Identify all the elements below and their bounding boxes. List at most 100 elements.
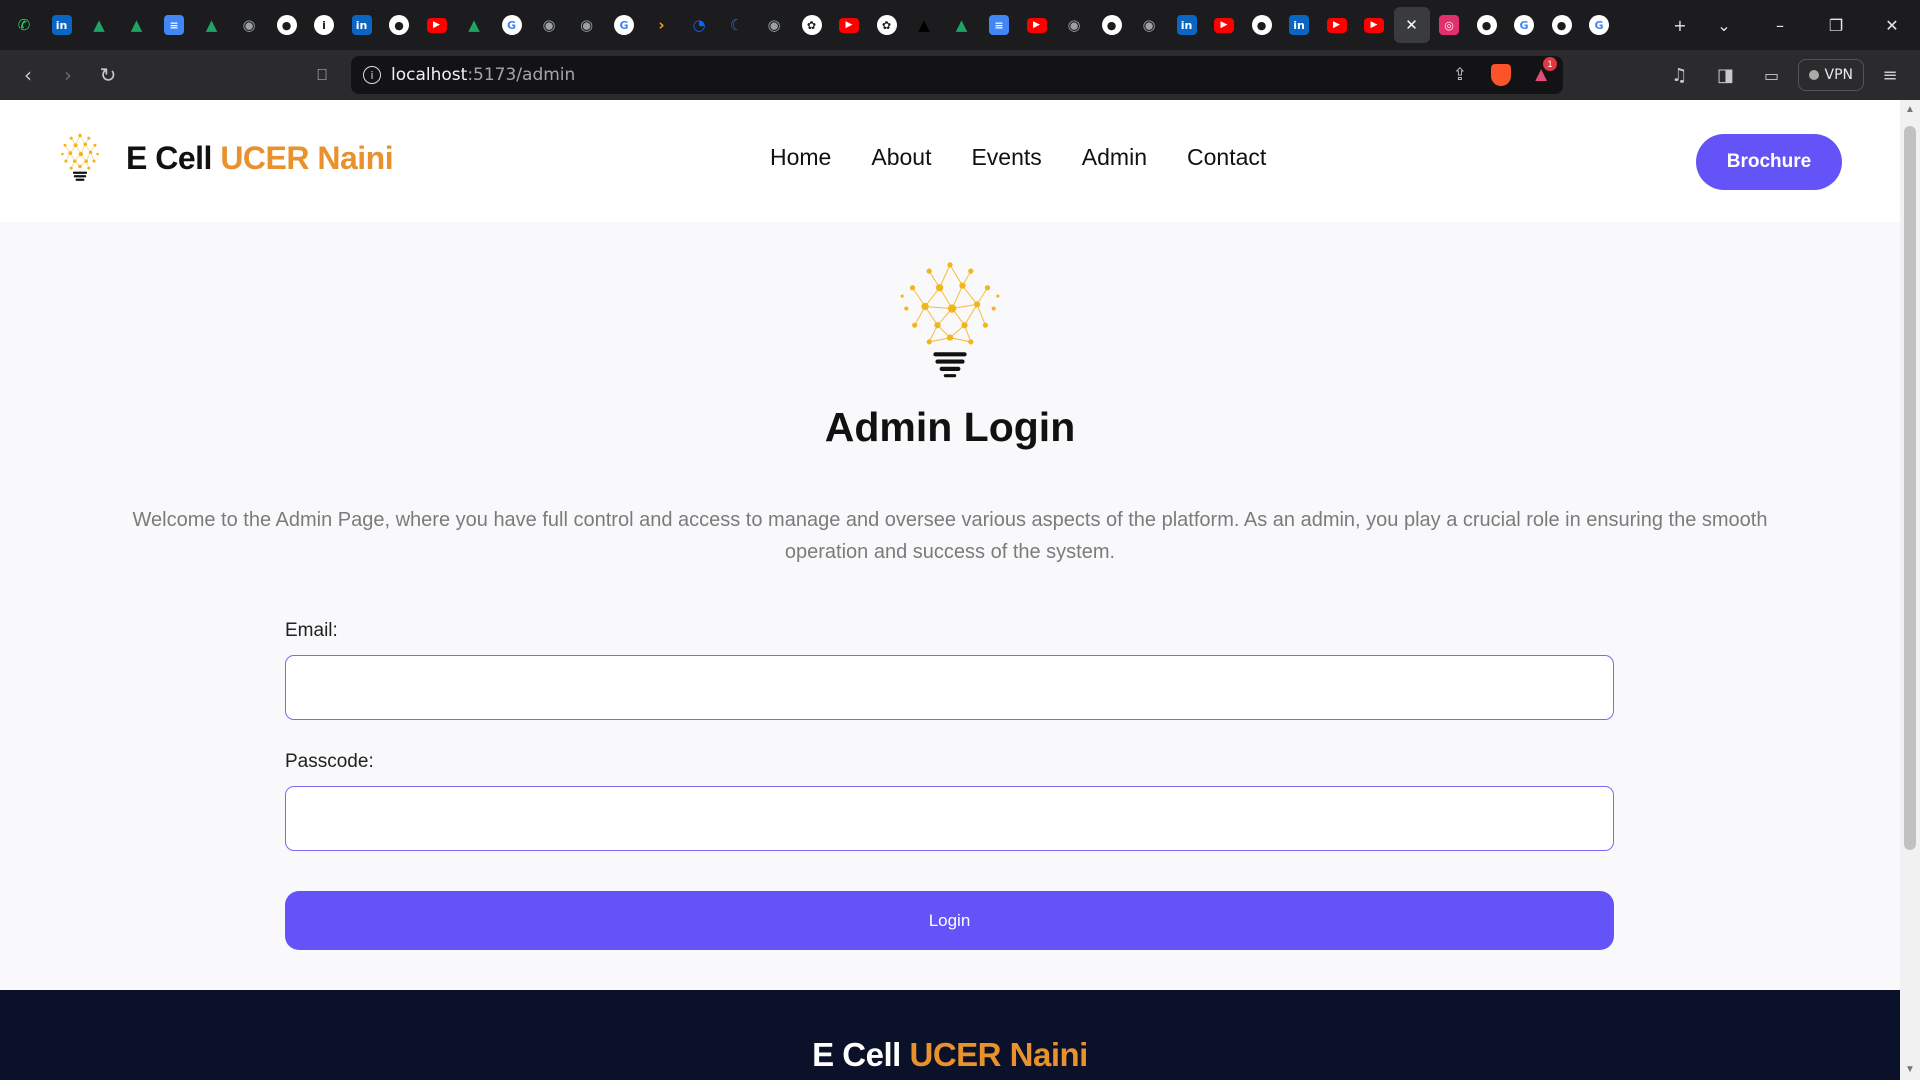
browser-tab[interactable]: ▲ bbox=[119, 7, 155, 43]
scroll-down-icon[interactable]: ▼ bbox=[1904, 1064, 1916, 1076]
browser-tab[interactable]: ● bbox=[269, 7, 305, 43]
address-bar[interactable]: i localhost:5173/admin ⇪ ▲ 1 bbox=[351, 56, 1563, 94]
email-field[interactable] bbox=[285, 655, 1614, 720]
nav-events[interactable]: Events bbox=[971, 144, 1041, 171]
google-icon: G bbox=[1589, 15, 1609, 35]
app-icon: ☾ bbox=[729, 16, 744, 34]
wallet-icon[interactable]: ▭ bbox=[1752, 55, 1792, 95]
browser-tab[interactable]: ✕ bbox=[1393, 7, 1430, 43]
browser-tab[interactable]: ☾ bbox=[719, 7, 755, 43]
browser-tab[interactable]: ▲ bbox=[194, 7, 230, 43]
browser-tab[interactable]: ◔ bbox=[681, 7, 717, 43]
close-window-button[interactable]: ✕ bbox=[1864, 0, 1920, 50]
globe-icon: ◉ bbox=[1067, 16, 1081, 34]
google-icon: G bbox=[614, 15, 634, 35]
media-icon[interactable]: ♫ bbox=[1660, 55, 1700, 95]
browser-tab[interactable]: ▶ bbox=[831, 7, 867, 43]
browser-tab[interactable]: ◉ bbox=[569, 7, 605, 43]
minimize-button[interactable]: – bbox=[1752, 0, 1808, 50]
globe-icon: ◉ bbox=[542, 16, 556, 34]
browser-tab[interactable]: › bbox=[644, 7, 680, 43]
nav-admin[interactable]: Admin bbox=[1082, 144, 1147, 171]
brave-shield-icon[interactable] bbox=[1491, 64, 1511, 86]
back-button[interactable]: ‹ bbox=[8, 55, 48, 95]
footer-brand-part2: UCER Naini bbox=[909, 1036, 1089, 1073]
new-tab-button[interactable]: + bbox=[1662, 0, 1698, 50]
forward-button[interactable]: › bbox=[48, 55, 88, 95]
youtube-icon: ▶ bbox=[839, 17, 859, 33]
browser-tab[interactable]: G bbox=[606, 7, 642, 43]
linkedin-icon: in bbox=[51, 15, 72, 35]
chatgpt-icon: ✿ bbox=[801, 15, 822, 35]
browser-tab[interactable]: in bbox=[1169, 7, 1205, 43]
bookmark-icon[interactable]: ⎕ bbox=[302, 55, 342, 95]
github-icon: ● bbox=[1476, 15, 1497, 35]
tab-list-chevron-icon[interactable]: ⌄ bbox=[1696, 0, 1752, 50]
browser-tab[interactable]: G bbox=[1581, 7, 1617, 43]
globe-icon: ◉ bbox=[579, 16, 594, 34]
browser-tab[interactable]: ◎ bbox=[1431, 7, 1467, 43]
globe-icon: ◉ bbox=[767, 16, 781, 34]
brand[interactable]: E Cell UCER Naini bbox=[58, 132, 394, 184]
url-host: localhost bbox=[391, 65, 468, 85]
browser-tab[interactable]: in bbox=[44, 7, 80, 43]
sidebar-icon[interactable]: ◨ bbox=[1706, 55, 1746, 95]
browser-tab[interactable]: ● bbox=[1244, 7, 1280, 43]
browser-tab[interactable]: ▲ bbox=[906, 7, 942, 43]
arrow-icon: › bbox=[658, 16, 665, 34]
menu-icon[interactable]: ≡ bbox=[1870, 55, 1910, 95]
site-footer: E Cell UCER Naini bbox=[0, 990, 1900, 1080]
linkedin-icon: in bbox=[351, 15, 372, 35]
brochure-button[interactable]: Brochure bbox=[1696, 134, 1842, 190]
share-icon[interactable]: ⇪ bbox=[1453, 65, 1467, 85]
browser-tab[interactable]: ● bbox=[1469, 7, 1505, 43]
browser-tab[interactable]: in bbox=[1281, 7, 1317, 43]
nav-contact[interactable]: Contact bbox=[1187, 144, 1266, 171]
page-scrollbar[interactable]: ▲ ▼ bbox=[1900, 100, 1920, 1080]
browser-tab[interactable]: ▶ bbox=[1019, 7, 1055, 43]
browser-tab[interactable]: ▲ bbox=[456, 7, 492, 43]
bulb-logo-icon bbox=[61, 133, 99, 181]
scrollbar-thumb[interactable] bbox=[1904, 126, 1916, 850]
youtube-icon: ▶ bbox=[1326, 17, 1347, 33]
browser-tab[interactable]: ≡ bbox=[156, 7, 192, 43]
nav-home[interactable]: Home bbox=[770, 144, 831, 171]
intro-text: Welcome to the Admin Page, where you hav… bbox=[132, 509, 1768, 563]
browser-tab[interactable]: G bbox=[494, 7, 530, 43]
browser-tab[interactable]: ✿ bbox=[794, 7, 830, 43]
browser-tab[interactable]: G bbox=[1506, 7, 1542, 43]
github-icon: ● bbox=[1251, 15, 1272, 35]
browser-tab[interactable]: ▶ bbox=[419, 7, 455, 43]
site-info-icon[interactable]: i bbox=[363, 66, 381, 84]
google-drive-icon: ▲ bbox=[468, 16, 480, 34]
browser-tab[interactable]: ✿ bbox=[869, 7, 905, 43]
browser-tab[interactable]: ▶ bbox=[1356, 7, 1392, 43]
browser-tab[interactable]: ◉ bbox=[531, 7, 567, 43]
browser-tab[interactable]: ▲ bbox=[81, 7, 117, 43]
browser-tab[interactable]: ▶ bbox=[1319, 7, 1355, 43]
browser-tab[interactable]: ◉ bbox=[1131, 7, 1167, 43]
restore-button[interactable]: ❐ bbox=[1808, 0, 1864, 50]
scroll-up-icon[interactable]: ▲ bbox=[1904, 104, 1916, 116]
browser-tab[interactable]: ● bbox=[1544, 7, 1580, 43]
browser-tab[interactable]: ◉ bbox=[1056, 7, 1092, 43]
page-title: Admin Login bbox=[824, 404, 1076, 450]
passcode-field[interactable] bbox=[285, 786, 1614, 851]
browser-tab[interactable]: ● bbox=[1094, 7, 1130, 43]
browser-tab[interactable]: ✆ bbox=[6, 7, 42, 43]
messenger-icon: ◔ bbox=[692, 16, 706, 34]
nav-about[interactable]: About bbox=[871, 144, 931, 171]
browser-tab[interactable]: ◉ bbox=[756, 7, 792, 43]
browser-toolbar: ‹ › ↻ ⎕ i localhost:5173/admin ⇪ ▲ 1 ♫ ◨… bbox=[0, 50, 1920, 100]
vpn-button[interactable]: VPN bbox=[1797, 59, 1864, 91]
browser-tab[interactable]: ▲ bbox=[944, 7, 980, 43]
browser-tab[interactable]: in bbox=[344, 7, 380, 43]
browser-tab[interactable]: ● bbox=[381, 7, 417, 43]
browser-tab[interactable]: i bbox=[306, 7, 342, 43]
browser-tab[interactable]: ≡ bbox=[981, 7, 1017, 43]
browser-tab[interactable]: ◉ bbox=[231, 7, 267, 43]
github-icon: ● bbox=[1101, 15, 1122, 35]
browser-tab[interactable]: ▶ bbox=[1206, 7, 1242, 43]
login-button[interactable]: Login bbox=[285, 891, 1614, 950]
reload-button[interactable]: ↻ bbox=[88, 55, 128, 95]
